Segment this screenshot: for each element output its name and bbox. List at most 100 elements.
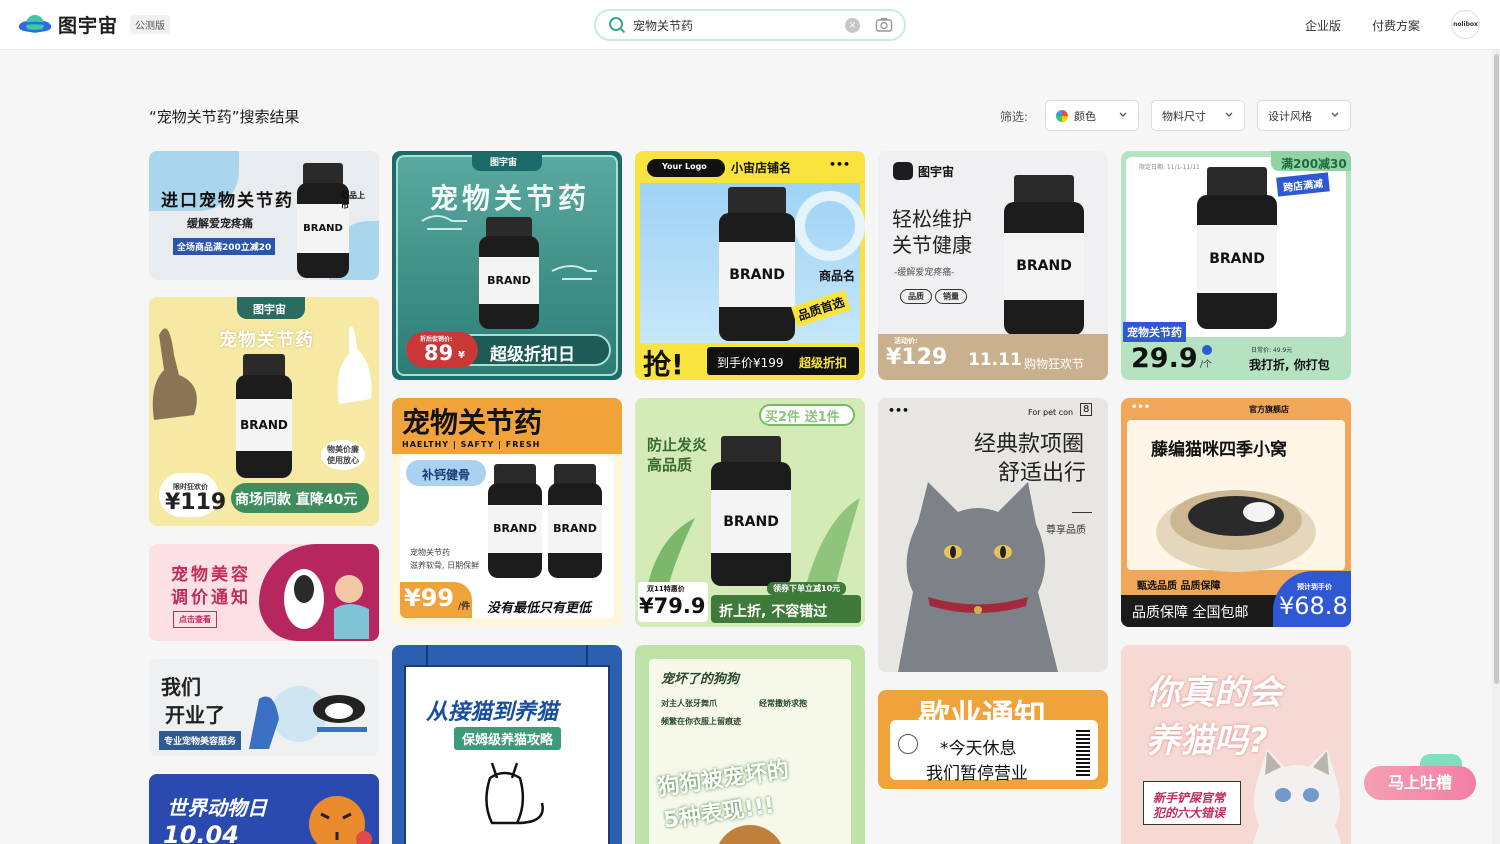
card-coupon: 领券下单立减10元: [767, 582, 847, 595]
card-item-2: 经常撒娇求抱: [759, 699, 807, 708]
template-card[interactable]: ••• 官方旗舰店 藤编猫咪四季小窝 甄选品质 品质保障 品质保障 全国包邮 预…: [1121, 398, 1351, 627]
template-card[interactable]: 进口宠物关节药 缓解爱宠疼痛 全场商品满200立减20 BRAND 新品上市: [149, 151, 379, 280]
feedback-button[interactable]: 马上吐槽: [1364, 766, 1476, 800]
card-tagline: 专业宠物美容服务: [159, 731, 242, 750]
template-card[interactable]: 我们 开业了 专业宠物美容服务: [149, 659, 379, 756]
card-promo: 全场商品满200立减20: [173, 238, 276, 255]
card-price: ¥99: [404, 584, 455, 612]
card-count: 8: [1080, 403, 1093, 416]
card-price: 89: [424, 341, 454, 365]
card-price: ¥68.8: [1279, 592, 1348, 620]
template-card[interactable]: 你真的会 养猫吗? 新手铲屎官常 犯的六大错误: [1121, 645, 1351, 844]
top-nav-bar: 图宇宙 公测版 × 企业版 付费方案 nolibox: [0, 0, 1500, 50]
product-bottle: BRAND: [236, 354, 292, 478]
card-title: 进口宠物关节药: [161, 191, 294, 211]
camera-search-icon[interactable]: [875, 16, 893, 34]
card-event-text: 购物狂欢节: [1024, 357, 1085, 371]
pricing-link[interactable]: 付费方案: [1372, 17, 1420, 34]
filter-color-label: 颜色: [1074, 109, 1096, 123]
card-tag: 品质: [900, 289, 932, 304]
template-card[interactable]: Your Logo 小宙店铺名 ••• BRAND 商品名 品质首选 抢! 到手…: [635, 151, 865, 380]
card-desc: -缓解爱宠疼痛-: [894, 268, 955, 278]
product-bottle: BRAND: [711, 436, 791, 586]
chevron-down-icon: [1331, 112, 1339, 117]
card-subtitle: HAELTHY | SAFTY | FRESH: [402, 440, 541, 449]
card-tag: 商品名: [819, 269, 856, 283]
card-tag: 新品上市: [341, 191, 365, 210]
card-title: 你真的会: [1146, 673, 1282, 713]
card-title: 轻松维护: [892, 207, 972, 231]
clear-search-icon[interactable]: ×: [845, 18, 860, 33]
white-rabbit-illustration: [337, 326, 372, 404]
card-promo: 满200减30: [1281, 157, 1347, 171]
card-logo: 图宇宙: [490, 158, 518, 168]
logo[interactable]: 图宇宙 公测版: [18, 11, 171, 38]
card-currency: ¥: [458, 350, 465, 361]
template-card[interactable]: 图宇宙 宠物关节药 BRAND 折后促销价: 89 ¥ 超级折扣日: [392, 151, 622, 380]
card-line-1: *今天休息: [940, 739, 1017, 759]
enterprise-link[interactable]: 企业版: [1305, 17, 1341, 34]
product-bottle: BRAND: [297, 163, 349, 278]
search-input[interactable]: [633, 16, 833, 34]
card-logo: Your Logo: [662, 162, 707, 171]
more-options-icon: •••: [888, 404, 910, 417]
card-title: 防止发炎: [647, 436, 708, 454]
card-title: 宠物关节药: [219, 330, 314, 351]
search-icon[interactable]: [608, 16, 626, 34]
filter-size[interactable]: 物料尺寸: [1151, 100, 1245, 131]
card-desc-2: 滋养软骨, 日期保鲜: [410, 561, 480, 570]
card-price: 29.9: [1131, 343, 1198, 374]
groomer-illustration: [284, 569, 369, 639]
card-item-1: 对主人张牙舞爪: [661, 699, 717, 708]
more-options-icon: •••: [829, 158, 851, 171]
filter-color[interactable]: 颜色: [1045, 100, 1139, 131]
card-deal-label: 双11特惠价: [647, 585, 685, 593]
filter-size-label: 物料尺寸: [1162, 109, 1206, 123]
card-date: 10.04: [163, 821, 239, 844]
template-card[interactable]: 宠物美容 调价通知 点击查看: [149, 544, 379, 641]
filter-style[interactable]: 设计风格: [1257, 100, 1351, 131]
template-card[interactable]: 买2件 送1件 防止发炎 高品质 BRAND 领券下单立减10元 双11特惠价 …: [635, 398, 865, 627]
card-bar-text: 品质保障 全国包邮: [1132, 605, 1249, 621]
card-daily-price: 日常价: 49.9元: [1251, 347, 1293, 354]
template-card[interactable]: 限定日期: 11/1-11/11 满200减30 跨店满减 BRAND 宠物关节…: [1121, 151, 1351, 380]
avatar[interactable]: nolibox: [1451, 10, 1480, 39]
template-card[interactable]: 世界动物日 10.04: [149, 774, 379, 844]
card-brand-line: For pet con: [1028, 408, 1074, 417]
card-slogan: 商场同款 直降40元: [235, 492, 358, 508]
card-price: ¥119: [165, 490, 227, 515]
card-slogan: 折上折, 不容错过: [719, 604, 828, 620]
card-title: 世界动物日: [167, 796, 267, 820]
template-card[interactable]: 宠坏了的狗狗 对主人张牙舞爪 经常撒娇求抱 频繁在你衣服上留痕迹 狗狗被宠坏的 …: [635, 645, 865, 844]
card-subtitle: 开业了: [165, 703, 225, 727]
cat-outline-illustration: [485, 762, 544, 825]
card-title: 藤编猫咪四季小窝: [1151, 440, 1287, 460]
beta-badge: 公测版: [130, 15, 171, 34]
product-bottle: BRAND: [488, 464, 542, 578]
card-title: 我们: [161, 675, 201, 699]
template-card[interactable]: 从接猫到养猫 保姆级养猫攻略: [392, 645, 622, 844]
card-event: 11.11: [968, 350, 1022, 370]
template-card[interactable]: 歇业通知 *今天休息 我们暂停营业: [878, 690, 1108, 789]
template-card[interactable]: 宠物关节药 HAELTHY | SAFTY | FRESH 补钙健骨 BRAND…: [392, 398, 622, 627]
color-wheel-icon: [1056, 109, 1068, 122]
card-title: 从接猫到养猫: [426, 700, 559, 725]
template-card[interactable]: ••• For pet con 8 经典款项圈 舒适出行 尊享品质: [878, 398, 1108, 672]
search-bar: ×: [594, 9, 906, 41]
card-slogan: 我打折, 你打包: [1249, 358, 1330, 372]
card-title: 经典款项圈: [974, 432, 1085, 457]
card-subtitle: 保姆级养猫攻略: [454, 727, 562, 750]
card-slogan: 超级折扣日: [490, 345, 575, 365]
card-subtitle: 高品质: [647, 456, 693, 474]
product-bottle: BRAND: [1197, 167, 1277, 329]
rabbit-illustration: [152, 328, 197, 420]
card-title: 宠坏了的狗狗: [661, 672, 740, 687]
product-bottle: BRAND: [719, 187, 795, 341]
card-price: ¥129: [886, 345, 948, 370]
scrollbar-thumb[interactable]: [1494, 54, 1499, 684]
card-title: 宠物美容: [171, 565, 251, 585]
card-shop: 小宙店铺名: [731, 161, 792, 175]
template-card[interactable]: 图宇宙 轻松维护 关节健康 -缓解爱宠疼痛- 品质 销量 BRAND 活动价: …: [878, 151, 1108, 380]
template-card[interactable]: 图宇宙 宠物关节药 BRAND 物美价廉 使用放心 限时狂欢价 ¥119 商场同…: [149, 297, 379, 526]
card-item-3: 频繁在你衣服上留痕迹: [661, 717, 741, 726]
